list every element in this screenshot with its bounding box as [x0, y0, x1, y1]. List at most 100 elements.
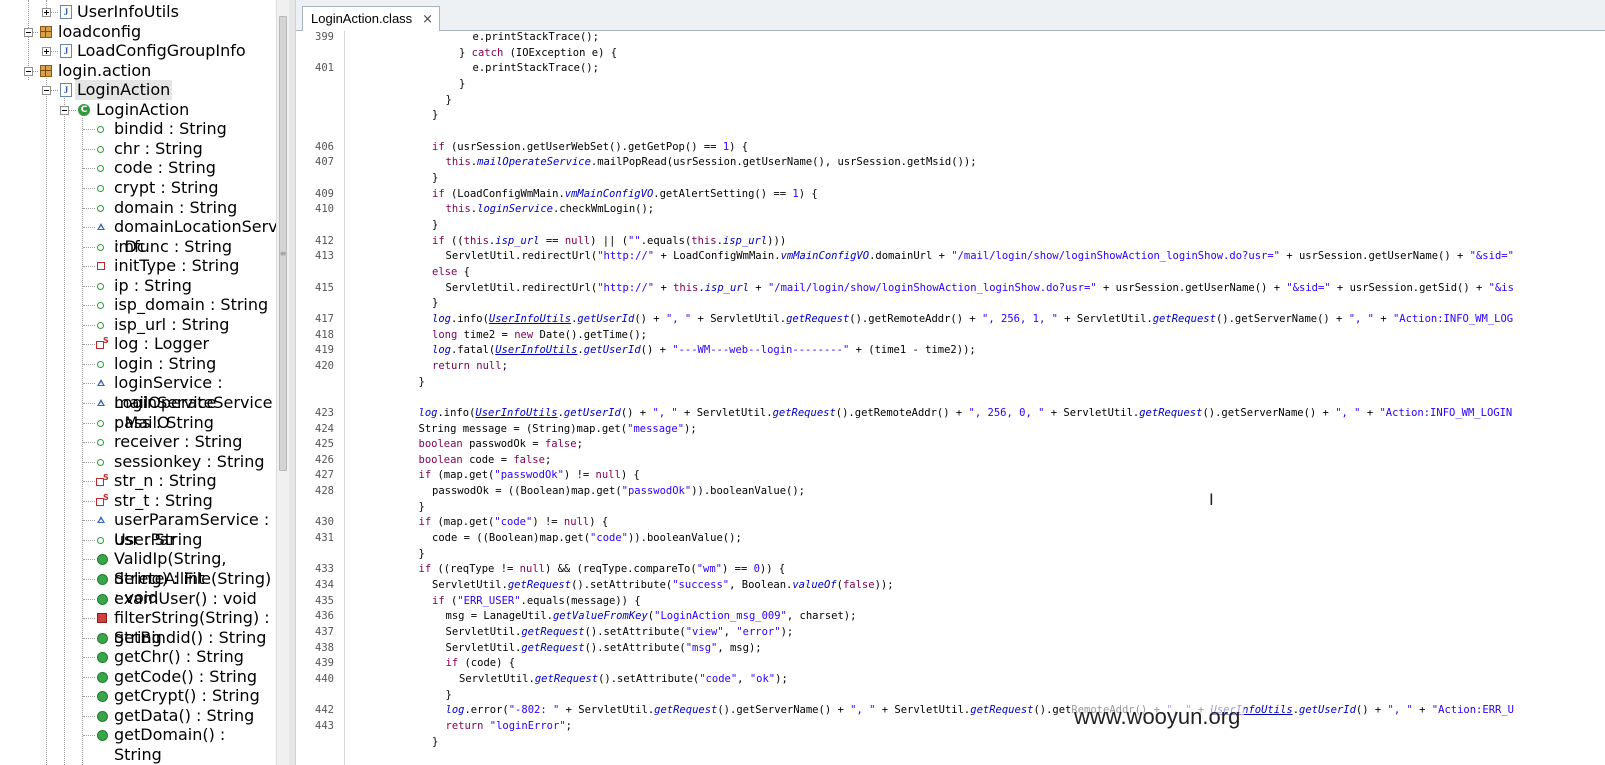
- tree-node-label[interactable]: login.action: [58, 61, 151, 81]
- tree-scrollbar-thumb[interactable]: [279, 16, 287, 471]
- code-token: (: [444, 594, 458, 607]
- tree-member-label[interactable]: chr : String: [114, 139, 203, 159]
- tree-member-label[interactable]: code : String: [114, 158, 216, 178]
- tree-member-label[interactable]: ip : String: [114, 276, 192, 296]
- tree-node-label[interactable]: LoadConfigGroupInfo: [77, 41, 246, 61]
- tree-node-label[interactable]: LoginAction: [96, 100, 189, 120]
- code-line[interactable]: boolean code = false;: [419, 454, 552, 466]
- code-line[interactable]: ServletUtil.getRequest().setAttribute("s…: [432, 579, 894, 591]
- code-line[interactable]: ServletUtil.getRequest().setAttribute("v…: [446, 626, 794, 638]
- field-icon: [97, 145, 104, 153]
- tree-member-label[interactable]: log : Logger: [114, 334, 209, 354]
- tree-node-label[interactable]: LoginAction: [75, 80, 173, 100]
- expand-icon[interactable]: [42, 8, 51, 17]
- code-token: code =: [462, 453, 514, 466]
- code-line[interactable]: }: [432, 297, 438, 309]
- code-line[interactable]: ServletUtil.getRequest().setAttribute("c…: [459, 673, 788, 685]
- tree-member-label[interactable]: login : String: [114, 354, 216, 374]
- code-token: ) {: [589, 516, 609, 529]
- code-line[interactable]: this.loginService.checkWmLogin();: [446, 203, 655, 215]
- collapse-icon[interactable]: [42, 86, 51, 96]
- code-line[interactable]: if (code) {: [446, 657, 516, 669]
- collapse-icon[interactable]: [60, 105, 69, 115]
- code-line[interactable]: e.printStackTrace();: [473, 31, 599, 43]
- code-line[interactable]: return "loginError";: [446, 720, 572, 732]
- code-line[interactable]: else {: [432, 266, 470, 278]
- code-line[interactable]: String message = (String)map.get("messag…: [419, 423, 697, 435]
- tree-member-label[interactable]: crypt : String: [114, 178, 219, 198]
- tree-member-label[interactable]: receiver : String: [114, 432, 242, 452]
- code-line[interactable]: long time2 = new Date().getTime();: [432, 329, 647, 341]
- code-line[interactable]: }: [419, 548, 425, 560]
- code-line[interactable]: e.printStackTrace();: [473, 62, 599, 74]
- tree-member-label[interactable]: getDomain() : String: [114, 725, 276, 764]
- code-line[interactable]: }: [432, 736, 438, 748]
- tree-node-label[interactable]: UserInfoUtils: [77, 2, 179, 22]
- tree-member-label[interactable]: isp_domain : String: [114, 295, 268, 315]
- code-line[interactable]: if (map.get("code") != null) {: [419, 516, 609, 528]
- collapse-icon[interactable]: [24, 27, 33, 37]
- close-icon[interactable]: ×: [422, 12, 433, 27]
- pane-splitter[interactable]: [289, 0, 296, 765]
- code-line[interactable]: if (usrSession.getUserWebSet().getGetPop…: [432, 141, 748, 153]
- package-explorer-tree[interactable]: J UserInfoUtils loadconfig J LoadConfigGroup…: [0, 0, 276, 765]
- package-icon: [40, 64, 52, 77]
- tree-guide-line: [83, 266, 95, 268]
- code-editor[interactable]: LoginAction.class × 399 401 406 407 409 410 412…: [296, 0, 1605, 765]
- tree-member-label[interactable]: usr : String: [114, 530, 202, 550]
- tree-member-label[interactable]: str_n : String: [114, 471, 217, 491]
- code-line[interactable]: log.error("-802: " + ServletUtil.getRequ…: [446, 704, 1514, 716]
- code-token: isp_url: [722, 234, 768, 247]
- code-line[interactable]: log.info(UserInfoUtils.getUserId() + ", …: [432, 313, 1513, 325]
- code-line[interactable]: return null;: [432, 360, 508, 372]
- code-line[interactable]: passwodOk = ((Boolean)map.get("passwodOk…: [432, 485, 805, 497]
- code-line[interactable]: if ((this.isp_url == null) || ("".equals…: [432, 235, 786, 247]
- code-line[interactable]: ServletUtil.redirectUrl("http://" + Load…: [446, 250, 1514, 262]
- tree-member-label[interactable]: getCode() : String: [114, 667, 257, 687]
- code-line[interactable]: boolean passwodOk = false;: [419, 438, 583, 450]
- code-line[interactable]: }: [432, 219, 438, 231]
- tab-loginaction-class[interactable]: LoginAction.class ×: [302, 6, 441, 31]
- tree-member-label[interactable]: getChr() : String: [114, 647, 244, 667]
- tree-member-label[interactable]: domain : String: [114, 198, 237, 218]
- code-line[interactable]: }: [446, 94, 452, 106]
- tree-member-label[interactable]: examUser() : void: [114, 589, 257, 609]
- code-token: "success": [672, 579, 730, 592]
- code-line[interactable]: msg = LanageUtil.getValueFromKey("LoginA…: [446, 610, 857, 622]
- tree-member-label[interactable]: initType : String: [114, 256, 239, 276]
- code-line[interactable]: }: [446, 689, 452, 701]
- code-line[interactable]: }: [419, 376, 425, 388]
- code-area[interactable]: e.printStackTrace(); } catch (IOException…: [345, 31, 1605, 765]
- tree-member-label[interactable]: sessionkey : String: [114, 452, 265, 472]
- code-line[interactable]: log.info(UserInfoUtils.getUserId() + ", …: [419, 407, 1513, 419]
- tree-member-label[interactable]: getCrypt() : String: [114, 686, 260, 706]
- code-line[interactable]: if ("ERR_USER".equals(message)) {: [432, 595, 641, 607]
- tree-member-label[interactable]: isp_url : String: [114, 315, 229, 335]
- tree-member-label[interactable]: str_t : String: [114, 491, 213, 511]
- collapse-icon[interactable]: [24, 66, 33, 76]
- tree-member-label[interactable]: bindid : String: [114, 119, 227, 139]
- code-line[interactable]: }: [432, 172, 438, 184]
- tree-member-label[interactable]: pass : String: [114, 413, 214, 433]
- code-line[interactable]: }: [459, 78, 465, 90]
- method-icon: [97, 691, 108, 703]
- code-token: passwodOk = ((Boolean)map.get(: [432, 485, 622, 498]
- code-line[interactable]: log.fatal(UserInfoUtils.getUserId() + "-…: [432, 344, 976, 356]
- code-line[interactable]: ServletUtil.getRequest().setAttribute("m…: [446, 642, 762, 654]
- code-line[interactable]: }: [419, 501, 425, 513]
- code-line[interactable]: ServletUtil.redirectUrl("http://" + this…: [446, 282, 1514, 294]
- code-line[interactable]: }: [432, 109, 438, 121]
- tree-scrollbar[interactable]: ≡: [276, 0, 289, 765]
- code-line[interactable]: this.mailOperateService.mailPopRead(usrS…: [446, 156, 977, 168]
- tree-member-label[interactable]: imfunc : String: [114, 237, 232, 257]
- tree-node-label[interactable]: loadconfig: [58, 22, 141, 42]
- code-line[interactable]: if (LoadConfigWmMain.vmMainConfigVO.getA…: [432, 188, 818, 200]
- code-line[interactable]: code = ((Boolean)map.get("code")).boolea…: [432, 532, 742, 544]
- expand-icon[interactable]: [42, 47, 51, 57]
- code-line[interactable]: } catch (IOException e) {: [459, 47, 617, 59]
- tree-member-label[interactable]: getBindid() : String: [114, 628, 266, 648]
- code-line[interactable]: if (map.get("passwodOk") != null) {: [419, 469, 640, 481]
- code-token: }: [445, 688, 452, 701]
- code-line[interactable]: if ((reqType != null) && (reqType.compar…: [419, 563, 786, 575]
- tree-member-label[interactable]: getData() : String: [114, 706, 254, 726]
